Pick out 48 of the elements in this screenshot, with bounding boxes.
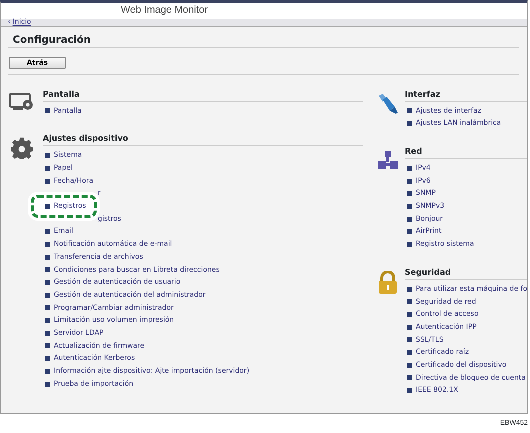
lock-icon — [378, 270, 398, 295]
bullet-icon — [45, 267, 50, 272]
bullet-icon — [45, 356, 50, 362]
bullet-icon — [45, 305, 50, 310]
bullet-icon — [407, 191, 412, 196]
section-heading: Ajustes dispositivo — [43, 133, 363, 146]
bullet-icon — [407, 350, 412, 356]
bullet-icon — [45, 242, 50, 247]
bullet-icon — [45, 330, 50, 336]
bullet-icon — [407, 204, 412, 209]
bullet-icon — [407, 108, 412, 114]
bullet-icon — [45, 204, 50, 209]
bullet-icon — [45, 166, 50, 171]
bullet-icon — [407, 229, 412, 234]
bullet-icon — [45, 318, 50, 324]
bullet-icon — [407, 388, 412, 394]
bullet-icon — [407, 299, 412, 304]
bullet-icon — [407, 375, 412, 380]
bullet-icon — [407, 242, 412, 247]
bullet-icon — [45, 153, 50, 158]
bullet-icon — [45, 178, 50, 184]
app-title: Web Image Monitor — [121, 4, 208, 18]
bullet-icon — [45, 280, 50, 286]
bullet-icon — [45, 382, 50, 387]
section-heading: Interfaz — [405, 88, 527, 102]
bullet-icon — [45, 108, 50, 114]
bullet-icon — [45, 368, 50, 374]
monitor-gear-icon — [9, 92, 35, 111]
gear-icon — [11, 137, 33, 160]
bullet-icon — [45, 229, 50, 234]
bullet-icon — [407, 121, 412, 126]
bullet-icon — [407, 312, 412, 318]
page-title: Configuración — [13, 34, 92, 47]
bullet-icon — [407, 216, 412, 222]
bullet-icon — [407, 286, 412, 292]
bullet-icon — [45, 292, 50, 298]
bullet-icon — [407, 178, 412, 184]
bullet-icon — [45, 254, 50, 260]
section-heading: Red — [405, 146, 527, 159]
section-heading: Seguridad — [405, 266, 527, 280]
cable-plug-icon — [377, 92, 399, 115]
bullet-icon — [407, 166, 412, 171]
bullet-icon — [407, 362, 412, 368]
bullet-icon — [45, 343, 50, 348]
bullet-icon — [407, 337, 412, 342]
bullet-icon — [407, 324, 412, 330]
section-heading: Pantalla — [43, 88, 363, 102]
network-icon — [377, 150, 399, 170]
